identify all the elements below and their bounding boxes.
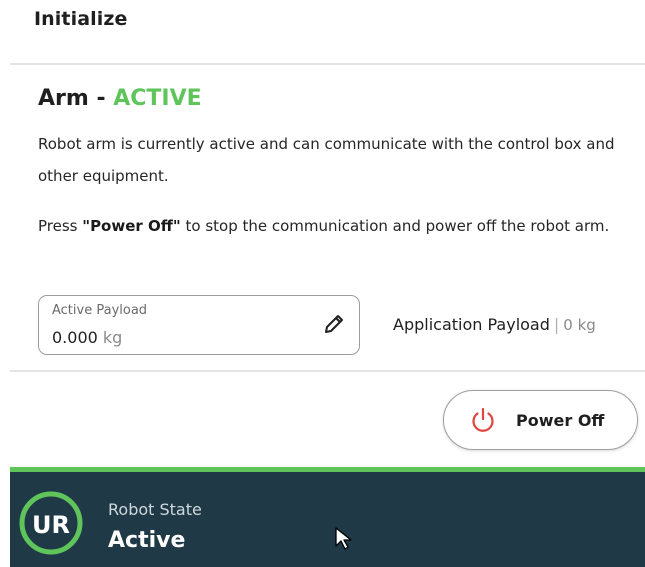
arm-heading: Arm - ACTIVE	[38, 86, 202, 111]
header-divider	[10, 63, 645, 65]
application-payload-label: Application Payload	[393, 315, 550, 334]
initialize-page: Initialize Arm - ACTIVE Robot arm is cur…	[0, 0, 645, 567]
power-icon	[472, 407, 494, 432]
arm-instruction: Press "Power Off" to stop the communicat…	[38, 210, 628, 242]
section-divider	[10, 370, 645, 372]
instruction-prefix: Press	[38, 217, 83, 235]
pencil-icon[interactable]	[321, 311, 347, 337]
application-payload-separator: |	[553, 315, 560, 334]
page-title: Initialize	[34, 8, 128, 30]
active-payload-label: Active Payload	[52, 303, 148, 318]
arm-description: Robot arm is currently active and can co…	[38, 135, 615, 185]
robot-state-label: Robot State	[108, 500, 202, 519]
instruction-suffix: to stop the communication and power off …	[180, 217, 610, 235]
ur-logo-icon: UR	[19, 491, 83, 555]
mouse-cursor-icon	[335, 527, 352, 550]
robot-state-bar: UR Robot State Active	[10, 467, 645, 567]
robot-state-value: Active	[108, 528, 186, 553]
power-off-button[interactable]: Power Off	[443, 390, 638, 450]
active-payload-field[interactable]: Active Payload 0.000 kg	[38, 295, 360, 355]
active-payload-value: 0.000 kg	[52, 328, 122, 347]
instruction-button-ref: "Power Off"	[82, 217, 181, 235]
svg-text:UR: UR	[32, 511, 70, 539]
arm-heading-label: Arm -	[38, 86, 114, 111]
active-payload-number: 0.000	[52, 328, 98, 347]
application-payload: Application Payload | 0 kg	[393, 315, 596, 334]
active-payload-unit: kg	[102, 328, 123, 347]
arm-status: ACTIVE	[113, 86, 202, 111]
power-off-label: Power Off	[516, 411, 605, 430]
application-payload-value: 0 kg	[563, 316, 596, 334]
